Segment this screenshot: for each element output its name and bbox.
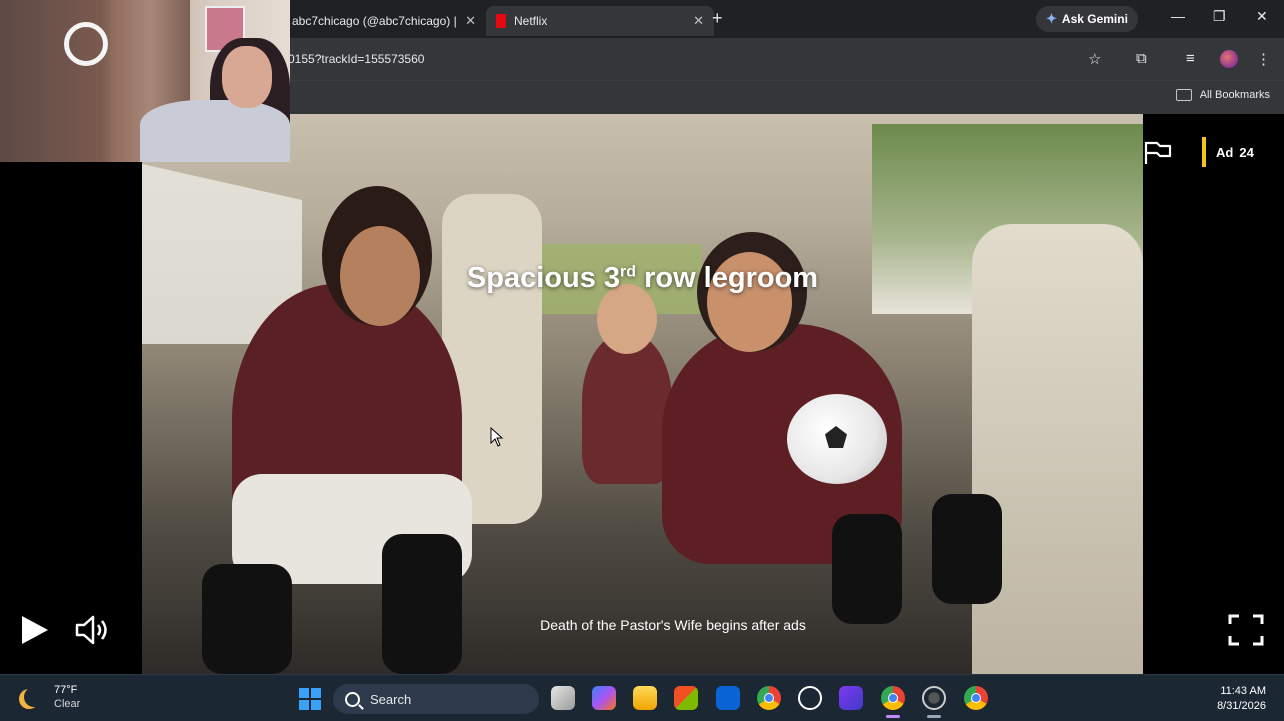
start-button[interactable] (299, 688, 321, 710)
ad-caption: Spacious 3rd row legroom (142, 262, 1143, 295)
new-tab-button[interactable]: + (712, 8, 723, 29)
windows-logo-icon (311, 688, 321, 698)
ask-gemini-button[interactable]: ✦ Ask Gemini (1036, 6, 1138, 32)
ad-badge: Ad 24 (1202, 137, 1254, 167)
app-icon[interactable] (839, 686, 863, 710)
windows-logo-icon (311, 700, 321, 710)
netflix-favicon-icon (496, 14, 506, 28)
minimize-icon[interactable]: — (1171, 8, 1185, 24)
weather-temperature: 77°F (54, 684, 78, 696)
windows-taskbar: 77°F Clear Search 11:43 AM 8/31/2026 (0, 674, 1284, 721)
file-explorer-icon[interactable] (633, 686, 657, 710)
close-tab-icon[interactable]: ✕ (693, 13, 704, 29)
task-view-icon[interactable] (551, 686, 575, 710)
streamer-figure (140, 100, 290, 162)
child-figure (932, 494, 1002, 604)
microsoft-store-icon[interactable] (674, 686, 698, 710)
clock-date: 8/31/2026 (1217, 700, 1266, 712)
recorder-icon[interactable] (922, 686, 946, 710)
tab-netflix[interactable]: Netflix ✕ (486, 6, 714, 36)
moon-icon (24, 687, 44, 707)
search-icon (345, 691, 360, 707)
mouse-cursor-icon (490, 427, 504, 447)
chrome-profile-icon[interactable] (881, 686, 905, 710)
fullscreen-button[interactable] (1228, 614, 1264, 646)
taskbar-search[interactable]: Search (333, 684, 539, 714)
child-figure (582, 334, 672, 484)
windows-logo-icon (299, 688, 309, 698)
folder-icon (1175, 89, 1192, 101)
active-app-indicator (927, 715, 941, 718)
outlook-icon[interactable] (716, 686, 740, 710)
ad-caption-rest: row legroom (636, 262, 819, 294)
ad-label: Ad (1216, 144, 1234, 160)
volume-button[interactable] (74, 614, 112, 646)
chatgpt-icon[interactable] (798, 686, 822, 710)
restore-icon[interactable]: ❐ (1213, 8, 1226, 25)
ad-caption-main: Spacious 3 (466, 262, 621, 294)
ad-countdown: 24 (1239, 144, 1254, 160)
weather-widget[interactable]: 77°F Clear (18, 683, 80, 711)
system-clock[interactable]: 11:43 AM 8/31/2026 (1217, 684, 1266, 714)
chrome-profile-icon[interactable] (964, 686, 988, 710)
ring-light (64, 22, 108, 66)
browser-menu-icon[interactable]: ⋮ (1256, 50, 1271, 68)
copilot-icon[interactable] (592, 686, 616, 710)
weather-condition: Clear (54, 698, 81, 710)
webcam-overlay (0, 0, 290, 162)
video-stage[interactable] (0, 114, 1284, 674)
profile-avatar-icon[interactable] (1220, 50, 1238, 68)
all-bookmarks-button[interactable]: All Bookmarks (1175, 89, 1270, 101)
tab-label: abc7chicago (@abc7chicago) | (292, 14, 457, 28)
tab-abc7chicago[interactable]: abc7chicago (@abc7chicago) | ✕ (286, 6, 486, 36)
child-figure (382, 534, 462, 674)
extensions-icon[interactable]: ⧉ (1136, 50, 1147, 67)
close-window-icon[interactable]: ✕ (1256, 8, 1268, 25)
url-field[interactable]: 0155?trackId=155573560 (288, 52, 424, 66)
bookmark-star-icon[interactable]: ☆ (1088, 50, 1101, 68)
close-tab-icon[interactable]: ✕ (465, 13, 476, 29)
active-app-indicator (886, 715, 900, 718)
tab-label: Netflix (514, 14, 548, 28)
ask-gemini-label: Ask Gemini (1061, 12, 1128, 26)
gemini-spark-icon: ✦ (1046, 11, 1057, 26)
media-controls-icon[interactable]: ≡ (1186, 50, 1195, 67)
chrome-icon[interactable] (757, 686, 781, 710)
streamer-figure (222, 46, 272, 108)
ad-notice: Death of the Pastor's Wife begins after … (540, 617, 806, 633)
taskbar-search-label: Search (370, 691, 412, 707)
ad-caption-superscript: rd (620, 263, 637, 281)
play-button[interactable] (18, 614, 50, 646)
windows-logo-icon (299, 700, 309, 710)
clock-time: 11:43 AM (1220, 685, 1266, 697)
video-frame (142, 114, 1143, 674)
child-figure (832, 514, 902, 624)
soccer-ball (787, 394, 887, 484)
report-flag-icon[interactable] (1143, 140, 1173, 166)
all-bookmarks-label: All Bookmarks (1199, 89, 1270, 101)
